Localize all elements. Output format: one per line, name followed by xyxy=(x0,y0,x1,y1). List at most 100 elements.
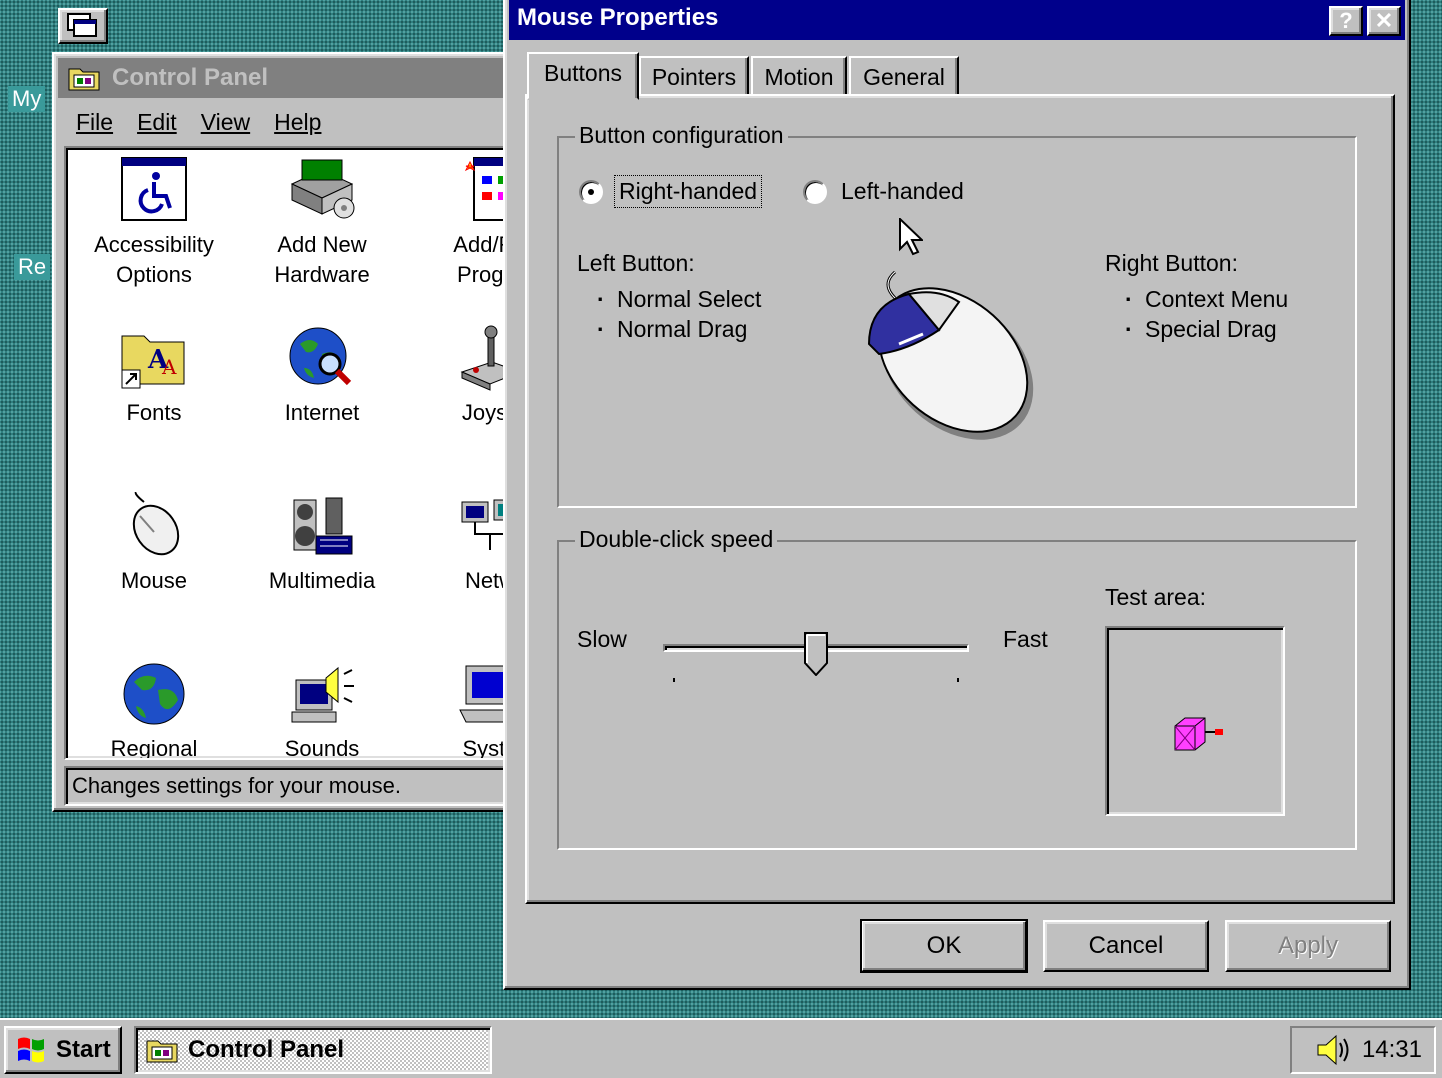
test-area-box[interactable] xyxy=(1105,626,1285,816)
left-handed-label: Left-handed xyxy=(841,178,964,204)
cp-item-mouse[interactable]: Mouse xyxy=(70,492,238,596)
control-panel-folder-icon xyxy=(68,68,100,91)
apply-button-label: Apply xyxy=(1277,932,1339,959)
taskbar: Start Control Panel 14:31 xyxy=(0,1018,1442,1078)
accessibility-icon xyxy=(121,157,187,221)
cp-item-label-2: Hardware xyxy=(274,262,370,287)
menu-edit[interactable]: Edit xyxy=(137,102,177,142)
left-handed-radio-circle[interactable] xyxy=(803,179,827,204)
ok-button-label: OK xyxy=(926,932,962,959)
menu-view[interactable]: View xyxy=(201,102,250,142)
tab-motion-label: Motion xyxy=(764,64,834,90)
button-configuration-label: Button configuration xyxy=(575,122,788,149)
svg-text:A: A xyxy=(161,355,177,379)
multimedia-icon xyxy=(293,497,353,555)
internet-globe-icon xyxy=(289,327,352,386)
right-button-title: Right Button: xyxy=(1105,250,1238,276)
help-button[interactable]: ? xyxy=(1329,6,1363,36)
control-panel-window: Control Panel File Edit View Help Access… xyxy=(52,52,524,812)
cp-item-add-new-hardware[interactable]: Add New Hardware xyxy=(238,156,406,290)
cp-item-label: Sounds xyxy=(284,736,360,760)
menu-help[interactable]: Help xyxy=(274,102,321,142)
windows-logo-icon xyxy=(18,1037,44,1063)
speaker-icon[interactable] xyxy=(1314,1033,1350,1067)
taskbar-control-panel-label: Control Panel xyxy=(188,1036,345,1063)
double-click-speed-group: Double-click speed Slow Fast Test area: xyxy=(557,526,1357,850)
desktop-icon-label-my-computer[interactable]: My xyxy=(8,86,46,112)
cp-item-label: Fonts xyxy=(126,400,182,425)
right-button-item-2: Special Drag xyxy=(1125,316,1277,343)
ok-button[interactable]: OK xyxy=(860,919,1028,973)
left-button-item-1: Normal Select xyxy=(597,286,761,313)
mouse-properties-title: Mouse Properties xyxy=(517,4,719,31)
slider-thumb[interactable] xyxy=(804,632,828,677)
control-panel-title: Control Panel xyxy=(112,64,269,91)
cp-item-accessibility[interactable]: Accessibility Options xyxy=(70,156,238,290)
hardware-icon xyxy=(290,159,355,219)
tab-general-label: General xyxy=(863,64,945,90)
control-panel-statusbar: Changes settings for your mouse. xyxy=(64,766,522,806)
menu-file-label: File xyxy=(76,109,114,135)
sounds-icon xyxy=(291,666,354,723)
tab-buttons[interactable]: Buttons xyxy=(527,52,639,100)
menu-help-label: Help xyxy=(274,109,322,135)
right-handed-label: Right-handed xyxy=(613,175,763,208)
desktop-icon-label-recycle-bin[interactable]: Re xyxy=(14,254,51,280)
tab-buttons-label: Buttons xyxy=(544,60,622,86)
control-panel-folder-icon xyxy=(146,1040,178,1063)
cancel-button-label: Cancel xyxy=(1088,932,1164,959)
slider-tick-max xyxy=(957,678,959,682)
system-tray: 14:31 xyxy=(1290,1026,1436,1074)
tab-panel-buttons: Button configuration Right-handed Left-h… xyxy=(525,94,1395,904)
cp-item-regional[interactable]: Regional xyxy=(70,660,238,760)
jack-in-the-box-icon[interactable] xyxy=(1169,714,1229,754)
button-configuration-group: Button configuration Right-handed Left-h… xyxy=(557,122,1357,508)
right-handed-radio[interactable]: Right-handed xyxy=(579,175,763,208)
control-panel-icon-view: Accessibility Options Add New Hardware A… xyxy=(64,146,524,760)
cp-item-label: Accessibility xyxy=(94,232,214,257)
control-panel-titlebar[interactable]: Control Panel xyxy=(58,58,516,98)
left-handed-radio[interactable]: Left-handed xyxy=(803,178,964,205)
mouse-illustration xyxy=(867,270,1034,440)
menu-view-label: View xyxy=(200,109,251,135)
test-area-label: Test area: xyxy=(1105,584,1206,610)
left-button-item-2: Normal Drag xyxy=(597,316,747,343)
right-handed-radio-circle[interactable] xyxy=(579,179,603,204)
double-click-speed-slider[interactable] xyxy=(663,632,973,692)
cp-item-label: Multimedia xyxy=(268,568,376,593)
cp-item-internet[interactable]: Internet xyxy=(238,324,406,428)
fonts-folder-icon: AA xyxy=(121,335,185,389)
taskbar-control-panel-button[interactable]: Control Panel xyxy=(134,1026,492,1074)
menu-file[interactable]: File xyxy=(76,102,113,142)
menu-edit-label: Edit xyxy=(137,109,177,135)
mouse-icon xyxy=(132,492,180,556)
cp-item-fonts[interactable]: AA Fonts xyxy=(70,324,238,428)
tab-pointers[interactable]: Pointers xyxy=(639,56,749,98)
cp-item-label: Regional xyxy=(110,736,198,760)
left-button-title: Left Button: xyxy=(577,250,695,276)
apply-button[interactable]: Apply xyxy=(1225,920,1391,972)
cp-item-sounds[interactable]: Sounds xyxy=(238,660,406,760)
globe-icon xyxy=(123,663,185,725)
cp-item-label-2: Options xyxy=(116,262,192,287)
mouse-properties-dialog: Mouse Properties ? ✕ Buttons Pointers Mo… xyxy=(503,0,1411,990)
slow-label: Slow xyxy=(577,626,627,652)
start-label: Start xyxy=(56,1036,111,1063)
mouse-properties-titlebar[interactable]: Mouse Properties ? ✕ xyxy=(509,0,1405,40)
cp-item-label: Mouse xyxy=(120,568,188,593)
cp-item-multimedia[interactable]: Multimedia xyxy=(238,492,406,596)
control-panel-menubar: File Edit View Help xyxy=(60,102,321,142)
right-button-item-1: Context Menu xyxy=(1125,286,1288,313)
start-button[interactable]: Start xyxy=(4,1026,122,1074)
fast-label: Fast xyxy=(1003,626,1048,652)
tab-general[interactable]: General xyxy=(849,56,959,98)
desktop-restore-icon[interactable] xyxy=(58,8,108,44)
cp-item-label: Internet xyxy=(284,400,360,425)
close-button[interactable]: ✕ xyxy=(1367,6,1401,36)
cancel-button[interactable]: Cancel xyxy=(1043,920,1209,972)
slider-tick-min xyxy=(673,678,675,682)
tab-motion[interactable]: Motion xyxy=(751,56,847,98)
tab-pointers-label: Pointers xyxy=(651,64,737,90)
clock[interactable]: 14:31 xyxy=(1362,1036,1422,1064)
cp-item-label: Add New xyxy=(277,232,367,257)
